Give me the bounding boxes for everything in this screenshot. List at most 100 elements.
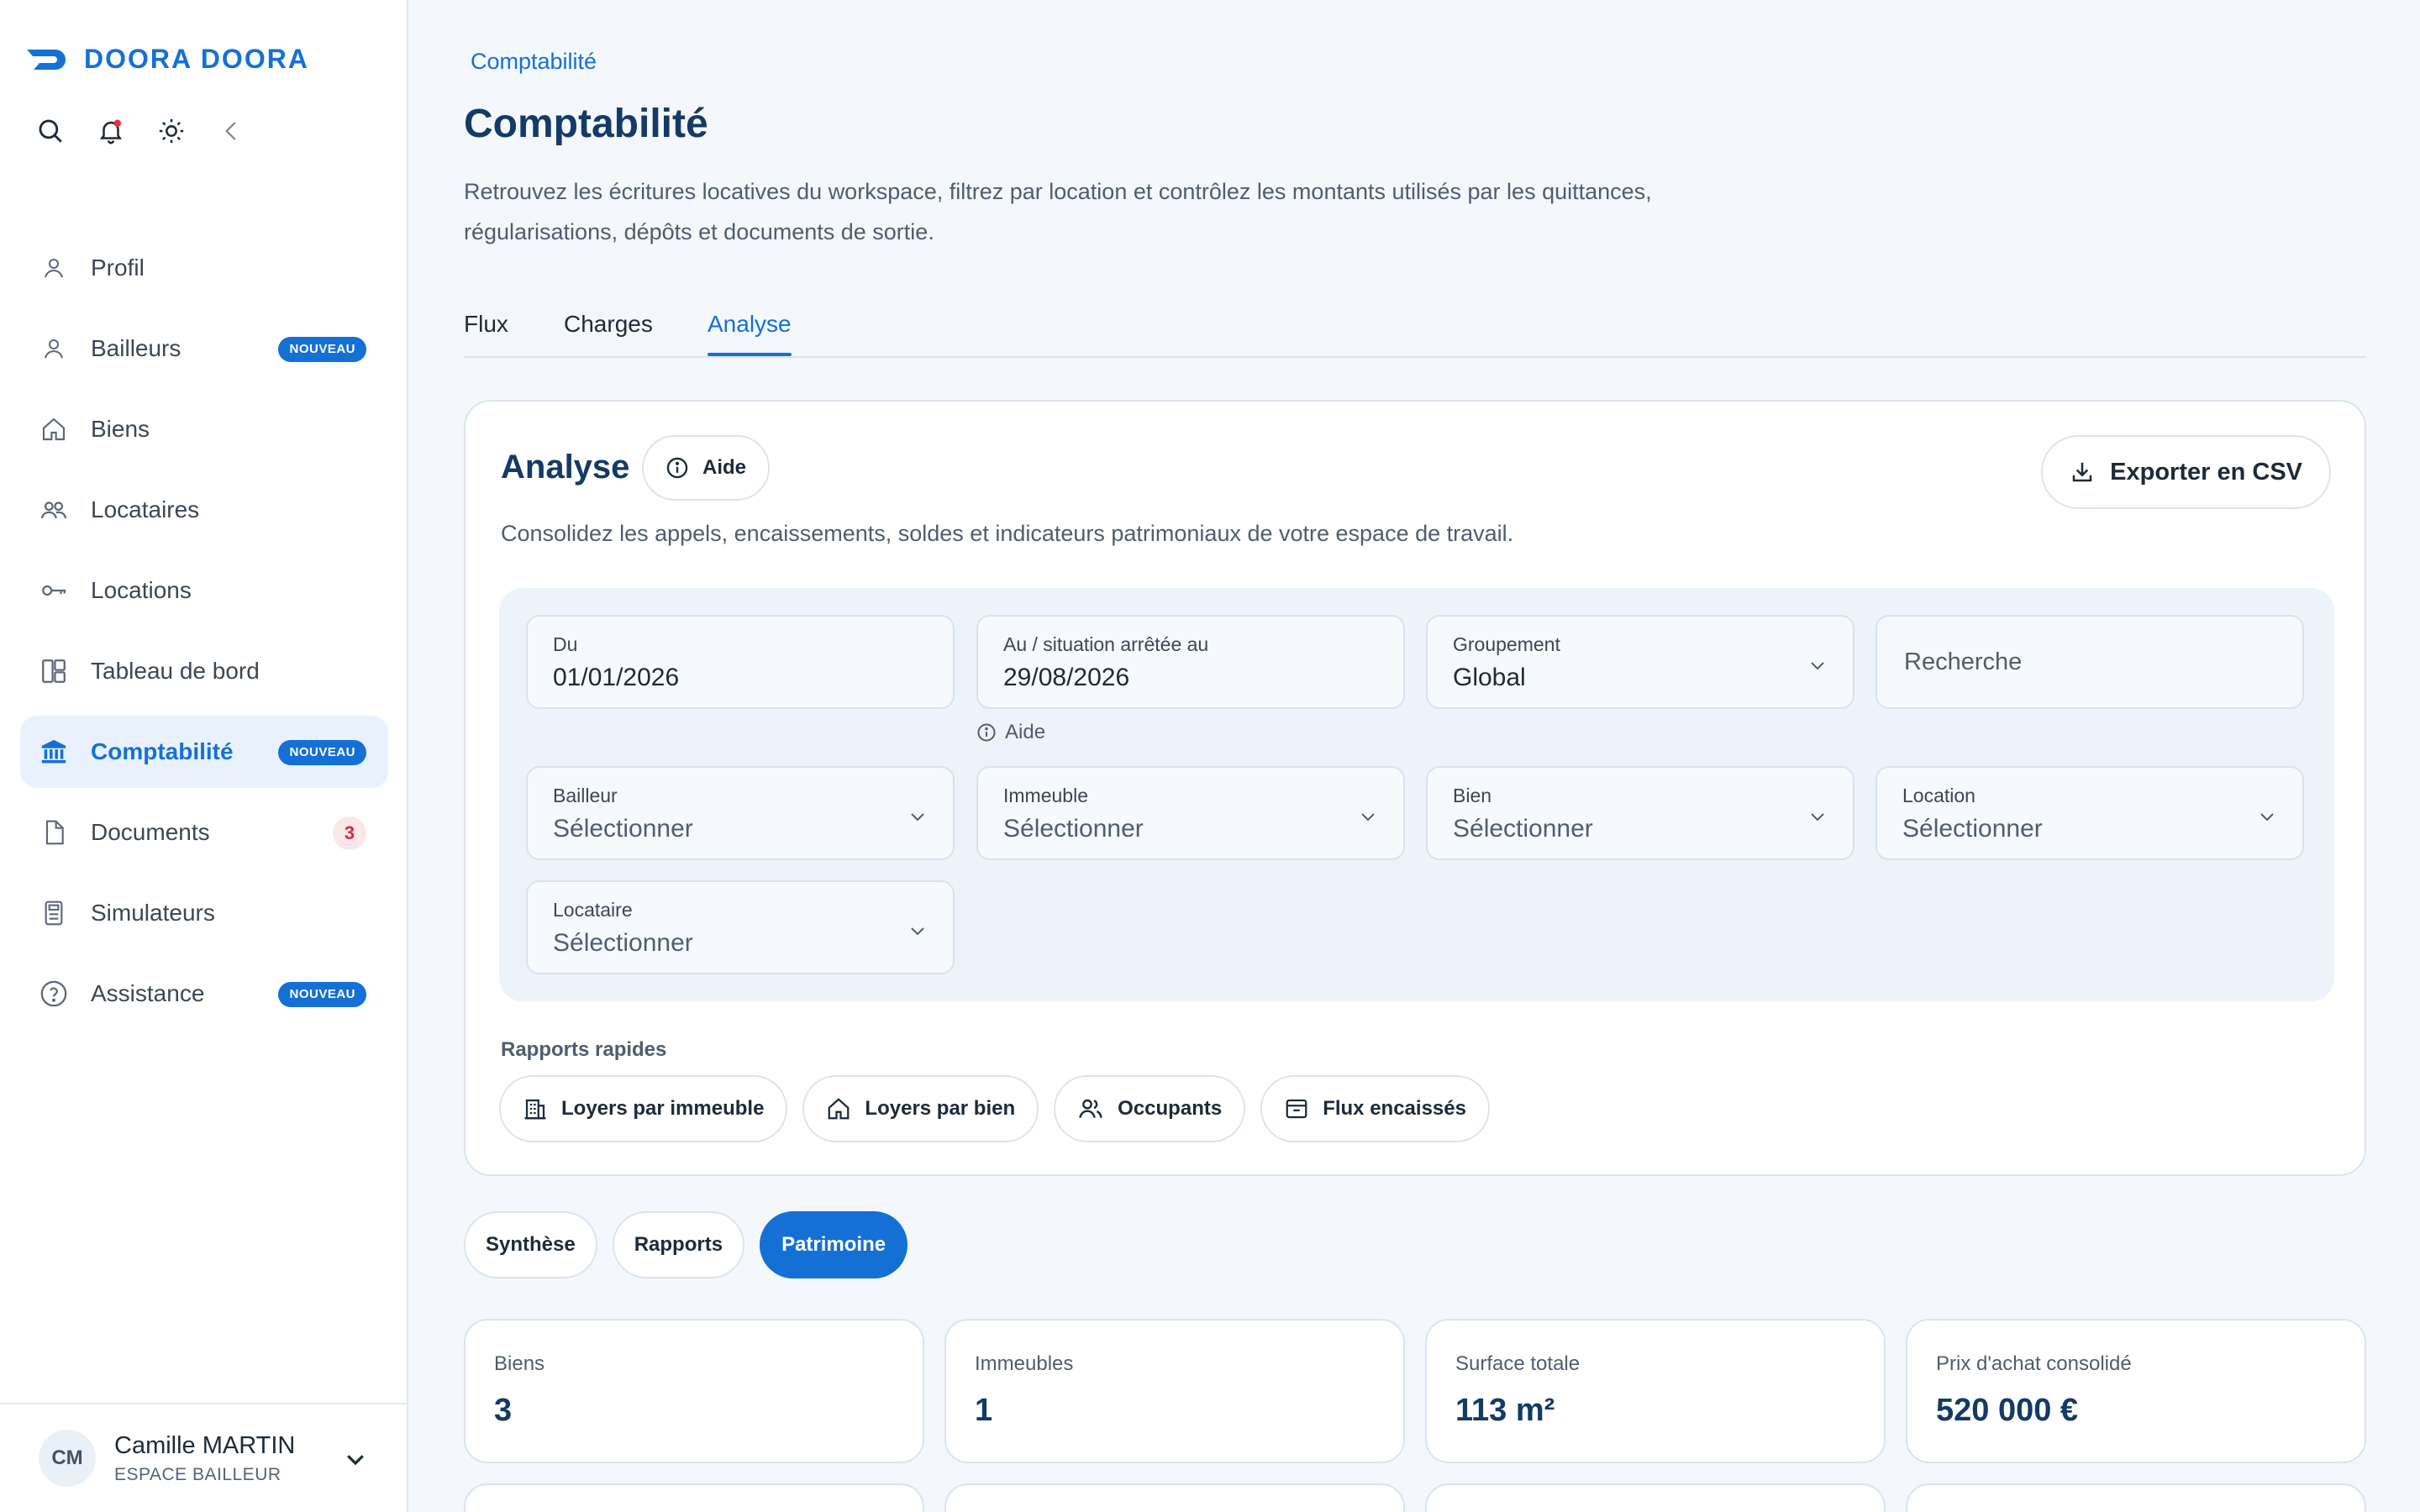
view-tab-patrimoine[interactable]: Patrimoine bbox=[760, 1211, 908, 1278]
page-description-line-2: régularisations, dépôts et documents de … bbox=[464, 219, 934, 244]
sidebar-item-tableau-de-bord[interactable]: Tableau de bord bbox=[20, 635, 388, 707]
collapse-sidebar-button[interactable] bbox=[215, 114, 249, 148]
page-title: Comptabilité bbox=[464, 102, 708, 146]
tab-analyse[interactable]: Analyse bbox=[708, 311, 792, 338]
sidebar-item-locataires[interactable]: Locataires bbox=[20, 474, 388, 546]
tab-flux[interactable]: Flux bbox=[464, 311, 508, 338]
view-tab-synthese[interactable]: Synthèse bbox=[464, 1211, 597, 1278]
to-date-field[interactable]: Au / situation arrêtée au 29/08/2026 bbox=[976, 615, 1405, 709]
active-tab-indicator bbox=[708, 353, 792, 356]
chevron-down-icon bbox=[2257, 806, 2277, 827]
documents-count-badge: 3 bbox=[333, 816, 366, 850]
sidebar-toolbar bbox=[34, 114, 276, 148]
rental-select[interactable]: Location Sélectionner bbox=[1876, 766, 2304, 860]
search-placeholder: Recherche bbox=[1904, 648, 2023, 675]
stat-card-partial bbox=[944, 1483, 1405, 1512]
field-label: Bien bbox=[1453, 785, 1492, 806]
field-value: Sélectionner bbox=[553, 929, 693, 957]
sidebar-item-label: Documents bbox=[91, 819, 210, 845]
field-value: Global bbox=[1453, 664, 1526, 691]
search-input[interactable]: Recherche bbox=[1876, 615, 2304, 709]
stat-card-surface: Surface totale 113 m² bbox=[1425, 1319, 1886, 1463]
stat-card-immeubles: Immeubles 1 bbox=[944, 1319, 1405, 1463]
stat-value: 113 m² bbox=[1455, 1393, 1555, 1428]
user-meta: Camille MARTIN ESPACE BAILLEUR bbox=[114, 1432, 295, 1485]
from-date-field[interactable]: Du 01/01/2026 bbox=[526, 615, 955, 709]
new-badge: NOUVEAU bbox=[278, 337, 366, 362]
chevron-down-icon bbox=[908, 806, 928, 827]
tab-charges[interactable]: Charges bbox=[564, 311, 653, 338]
sidebar-item-label: Locations bbox=[91, 577, 192, 603]
field-value: Sélectionner bbox=[1902, 815, 2043, 843]
stat-card-partial bbox=[1906, 1483, 2366, 1512]
view-tab-rapports[interactable]: Rapports bbox=[612, 1211, 745, 1278]
to-date-help-label: Aide bbox=[1005, 721, 1046, 743]
avatar: CM bbox=[39, 1430, 96, 1487]
stat-label: Immeubles bbox=[975, 1352, 1074, 1375]
quick-report-rents-by-building[interactable]: Loyers par immeuble bbox=[499, 1075, 788, 1142]
sidebar-item-comptabilite[interactable]: Comptabilité NOUVEAU bbox=[20, 716, 388, 788]
sidebar-item-biens[interactable]: Biens bbox=[20, 393, 388, 465]
page-description: Retrouvez les écritures locatives du wor… bbox=[464, 171, 1808, 252]
stat-card-partial bbox=[464, 1483, 924, 1512]
key-icon bbox=[39, 575, 69, 606]
page-description-line-1: Retrouvez les écritures locatives du wor… bbox=[464, 179, 1652, 204]
building-icon bbox=[523, 1096, 548, 1121]
quick-report-rents-by-property[interactable]: Loyers par bien bbox=[802, 1075, 1039, 1142]
analyse-description: Consolidez les appels, encaissements, so… bbox=[501, 521, 1514, 546]
stats-next-row bbox=[464, 1483, 2366, 1512]
new-badge: NOUVEAU bbox=[278, 740, 366, 765]
landlord-select[interactable]: Bailleur Sélectionner bbox=[526, 766, 955, 860]
grouping-select[interactable]: Groupement Global bbox=[1426, 615, 1854, 709]
user-icon bbox=[39, 253, 69, 283]
export-csv-button[interactable]: Exporter en CSV bbox=[2041, 435, 2331, 509]
stat-label: Biens bbox=[494, 1352, 545, 1375]
chevron-down-icon[interactable] bbox=[343, 1446, 368, 1472]
sidebar-item-simulateurs[interactable]: Simulateurs bbox=[20, 877, 388, 949]
logo-mark-icon bbox=[27, 49, 66, 70]
help-button-label: Aide bbox=[702, 456, 747, 479]
help-circle-icon bbox=[39, 979, 69, 1009]
search-icon bbox=[39, 119, 62, 143]
sidebar-item-locations[interactable]: Locations bbox=[20, 554, 388, 627]
download-icon bbox=[2070, 459, 2095, 485]
sidebar-item-profil[interactable]: Profil bbox=[20, 232, 388, 304]
stat-value: 520 000 € bbox=[1936, 1393, 2079, 1428]
field-label: Locataire bbox=[553, 899, 633, 921]
sidebar-item-label: Biens bbox=[91, 416, 150, 442]
section-tabs: Flux Charges Analyse bbox=[464, 302, 2366, 358]
users-icon bbox=[39, 495, 69, 525]
sidebar-item-label: Profil bbox=[91, 255, 145, 281]
quick-report-occupants[interactable]: Occupants bbox=[1054, 1075, 1246, 1142]
search-button[interactable] bbox=[34, 114, 67, 148]
sidebar-item-label: Simulateurs bbox=[91, 900, 215, 926]
help-button[interactable]: Aide bbox=[642, 435, 771, 501]
user-name: Camille MARTIN bbox=[114, 1431, 296, 1459]
field-value: Sélectionner bbox=[553, 815, 693, 843]
user-icon bbox=[39, 333, 69, 364]
dashboard-icon bbox=[39, 656, 69, 686]
sidebar-item-documents[interactable]: Documents 3 bbox=[20, 796, 388, 869]
quick-report-label: Loyers par immeuble bbox=[561, 1097, 765, 1120]
user-menu[interactable]: CM Camille MARTIN ESPACE BAILLEUR bbox=[0, 1403, 407, 1512]
breadcrumb[interactable]: Comptabilité bbox=[471, 49, 597, 75]
sidebar-item-assistance[interactable]: Assistance NOUVEAU bbox=[20, 958, 388, 1030]
view-switcher: Synthèse Rapports Patrimoine bbox=[464, 1211, 923, 1278]
brand-logo[interactable]: DOORA DOORA bbox=[25, 44, 309, 75]
notifications-button[interactable] bbox=[94, 114, 128, 148]
field-label: Au / situation arrêtée au bbox=[1003, 633, 1209, 655]
property-select[interactable]: Bien Sélectionner bbox=[1426, 766, 1854, 860]
info-icon bbox=[666, 456, 689, 480]
sidebar-item-label: Locataires bbox=[91, 496, 200, 522]
field-label: Immeuble bbox=[1003, 785, 1088, 806]
building-select[interactable]: Immeuble Sélectionner bbox=[976, 766, 1405, 860]
sidebar-item-bailleurs[interactable]: Bailleurs NOUVEAU bbox=[20, 312, 388, 385]
field-label: Groupement bbox=[1453, 633, 1560, 655]
home-icon bbox=[826, 1096, 851, 1121]
to-date-help[interactable]: Aide bbox=[976, 721, 1045, 744]
tenant-select[interactable]: Locataire Sélectionner bbox=[526, 880, 955, 974]
stat-value: 3 bbox=[494, 1393, 513, 1428]
stat-card-partial bbox=[1425, 1483, 1886, 1512]
quick-report-collected-flows[interactable]: Flux encaissés bbox=[1260, 1075, 1490, 1142]
theme-toggle[interactable] bbox=[155, 114, 188, 148]
